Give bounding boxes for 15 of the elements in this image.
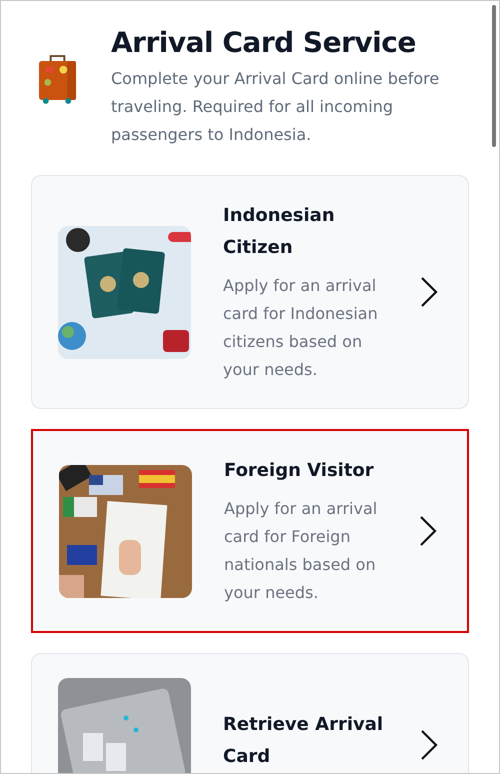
card-title: Indonesian Citizen bbox=[223, 204, 336, 260]
card-description: Apply for an arrival card for Foreign nationals based on your needs. bbox=[224, 498, 378, 604]
card-title: Retrieve Arrival Card bbox=[223, 712, 384, 768]
service-card[interactable]: Indonesian Citizen Apply for an arrival card for Indonesian citizens based on your needs. bbox=[31, 175, 469, 409]
page-title: Arrival Card Service bbox=[111, 25, 417, 61]
suitcase-icon bbox=[38, 53, 77, 104]
scrollbar[interactable] bbox=[492, 5, 496, 147]
page-subtitle: Complete your Arrival Card online before traveling. Required for all incoming passengers to Indonesia. bbox=[111, 68, 440, 146]
chevron-right-icon bbox=[419, 515, 437, 547]
card-description: Apply for an arrival card for Indonesian citizens based on your needs. bbox=[223, 275, 379, 381]
chevron-right-icon bbox=[420, 276, 438, 308]
card-title: Foreign Visitor bbox=[224, 459, 375, 483]
service-card[interactable]: Foreign Visitor Apply for an arrival card for Foreign nationals based on your needs. bbox=[31, 429, 469, 633]
chevron-right-icon bbox=[420, 728, 438, 760]
service-card[interactable]: Retrieve Arrival Card bbox=[31, 653, 469, 773]
